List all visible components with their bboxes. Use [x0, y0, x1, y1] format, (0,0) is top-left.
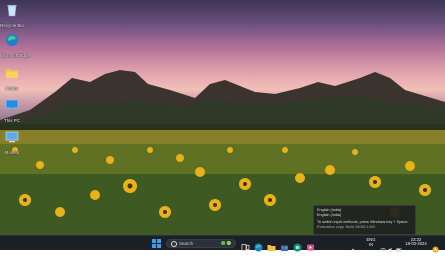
wifi-icon[interactable] [380, 240, 386, 252]
desktop-icon-label: Microsoft Edge [0, 53, 31, 58]
chevron-up-icon[interactable] [350, 240, 356, 251]
this-pc-icon [5, 99, 19, 110]
volume-icon[interactable] [388, 240, 394, 252]
desktop-icon-edge[interactable]: Microsoft Edge [0, 33, 31, 58]
clock-date: 18-03-2024 [405, 241, 427, 246]
desktop-icon-this-pc[interactable]: This PC [0, 98, 24, 123]
edge-dev-button[interactable] [293, 239, 302, 252]
edge-icon [254, 243, 263, 252]
language-indicator[interactable]: ENG IN [366, 237, 376, 247]
desktop-icon-label: This PC [3, 118, 20, 123]
search-icon [171, 241, 177, 247]
edge-dev-icon [293, 243, 302, 252]
battery-icon[interactable] [396, 240, 402, 252]
edge-taskbar-button[interactable] [254, 239, 263, 252]
language-region: IN [368, 241, 374, 247]
task-view-button[interactable] [241, 239, 250, 251]
store-button[interactable] [280, 239, 289, 251]
clock[interactable]: 23:22 18-03-2024 [405, 237, 427, 247]
search-placeholder: Search [179, 241, 194, 246]
desktop-icon-monitor[interactable]: Monitor [0, 130, 24, 155]
desktop-wallpaper: Recycle Bin Microsoft Edge Folder This P… [0, 0, 445, 235]
media-icon [307, 244, 314, 251]
store-icon [281, 245, 288, 251]
file-explorer-button[interactable] [267, 239, 276, 251]
search-highlight-icon [219, 240, 233, 246]
file-explorer-icon [267, 245, 276, 251]
start-button[interactable] [152, 239, 161, 248]
media-button[interactable] [306, 239, 315, 251]
taskbar: Search ENG IN 23:22 18-03-2024 [0, 235, 445, 252]
windows-logo-icon [152, 239, 156, 243]
edge-icon [6, 34, 18, 46]
notification-icon[interactable] [432, 240, 439, 252]
folder-icon [6, 69, 18, 78]
wallpaper-landscape [0, 70, 445, 235]
desktop-icon-label: Recycle Bin [0, 23, 24, 28]
recycle-bin-icon [7, 5, 17, 17]
desktop-icon-label: Folder [5, 86, 19, 91]
insider-watermark: Evaluation copy. Build 26080.1400 [317, 224, 376, 229]
task-view-icon [241, 244, 250, 251]
input-method-popup: English (India) English (India) To switc… [313, 205, 416, 235]
taskbar-search-box[interactable]: Search [166, 238, 236, 248]
desktop-icon-folder[interactable]: Folder [0, 66, 24, 91]
desktop-icon-label: Monitor [4, 150, 20, 155]
desktop-icon-recycle-bin[interactable]: Recycle Bin [0, 3, 24, 28]
monitor-icon [5, 131, 19, 143]
